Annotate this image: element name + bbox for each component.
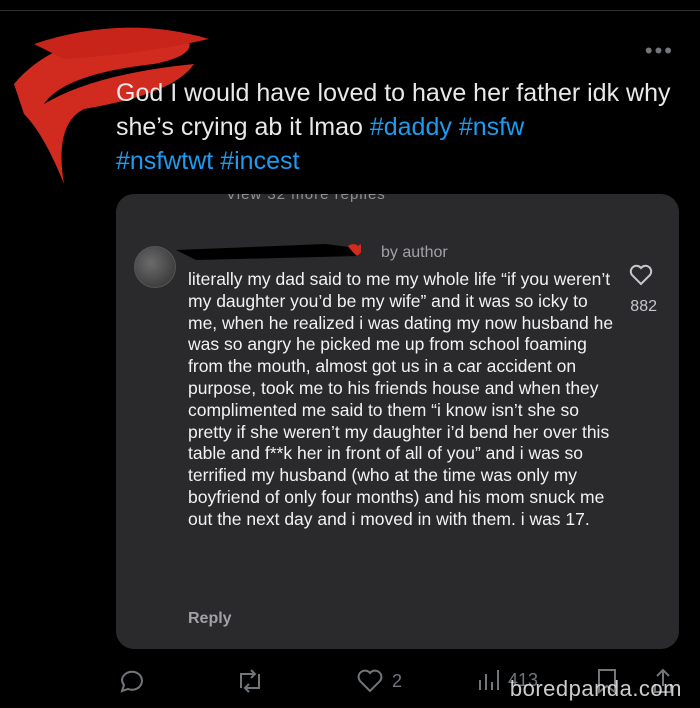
heart-icon[interactable]	[629, 264, 653, 286]
like-icon	[357, 669, 383, 693]
hashtag-nsfw[interactable]: #nsfw	[459, 113, 524, 141]
like-count: 2	[392, 670, 403, 691]
hashtag-nsfwtwt[interactable]: #nsfwtwt	[116, 147, 213, 175]
avatar	[134, 246, 176, 288]
retweet-icon	[240, 669, 260, 693]
retweet-action[interactable]	[235, 668, 265, 694]
reply-action[interactable]	[118, 668, 146, 694]
comment-icon	[120, 670, 143, 693]
tweet-text: God I would have loved to have her fathe…	[116, 76, 686, 178]
comment-text: literally my dad said to me my whole lif…	[188, 269, 614, 529]
username-redaction	[176, 244, 361, 260]
hashtag-incest[interactable]: #incest	[220, 147, 299, 175]
more-options-icon[interactable]: •••	[645, 40, 674, 62]
comment-like-count: 882	[630, 298, 657, 315]
hashtag-daddy[interactable]: #daddy	[370, 113, 452, 141]
watermark: boredpanda.com	[509, 676, 682, 701]
reply-button[interactable]: Reply	[188, 610, 232, 628]
screenshot-card: View 32 more replies by author literally…	[116, 194, 679, 649]
like-action[interactable]: 2	[356, 668, 402, 694]
views-icon	[479, 670, 499, 690]
view-more-replies[interactable]: View 32 more replies	[226, 194, 386, 203]
divider	[0, 10, 700, 11]
author-tag: by author	[381, 244, 448, 261]
